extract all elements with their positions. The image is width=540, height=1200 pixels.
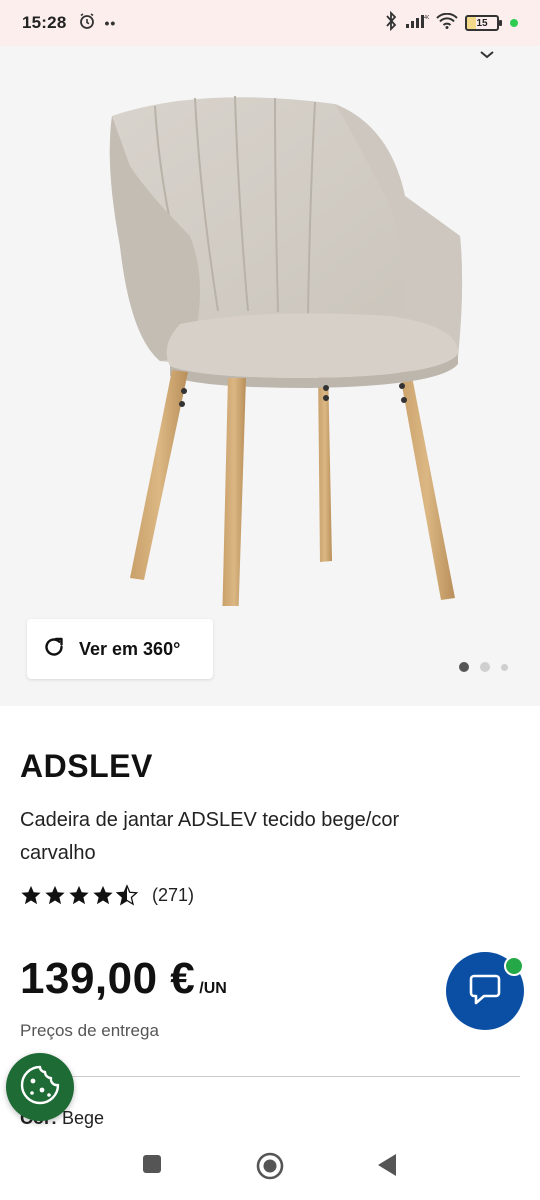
rating-stars bbox=[20, 884, 138, 906]
color-value: Bege bbox=[62, 1108, 105, 1128]
price-row: 139,00 € /UN bbox=[20, 954, 227, 1004]
star-icon bbox=[69, 885, 89, 905]
back-button[interactable] bbox=[376, 1153, 398, 1182]
star-icon bbox=[45, 885, 65, 905]
signal-icon: 4G bbox=[405, 13, 431, 34]
chat-online-indicator bbox=[504, 956, 524, 976]
bluetooth-icon bbox=[384, 10, 398, 36]
view-360-label: Ver em 360° bbox=[79, 638, 181, 659]
cookie-icon bbox=[18, 1063, 62, 1112]
carousel-dots[interactable] bbox=[459, 662, 508, 672]
view-360-button[interactable]: Ver em 360° bbox=[27, 619, 213, 679]
review-count: (271) bbox=[152, 884, 195, 905]
product-image bbox=[109, 95, 463, 606]
alarm-icon bbox=[78, 12, 96, 35]
carousel-dot[interactable] bbox=[459, 662, 469, 672]
wifi-icon bbox=[436, 12, 458, 34]
star-icon bbox=[21, 885, 41, 905]
home-button[interactable] bbox=[256, 1152, 284, 1185]
status-time: 15:28 bbox=[22, 13, 67, 32]
cookie-settings-button[interactable] bbox=[6, 1053, 74, 1121]
product-price: 139,00 € bbox=[20, 954, 196, 1003]
star-icon bbox=[93, 885, 113, 905]
product-image-gallery[interactable]: Ver em 360° bbox=[0, 46, 540, 706]
carousel-dot[interactable] bbox=[480, 662, 490, 672]
battery-icon: 15 bbox=[465, 15, 502, 31]
privacy-indicator-dot bbox=[510, 19, 518, 27]
product-name: ADSLEV bbox=[20, 748, 153, 784]
recent-apps-button[interactable] bbox=[142, 1154, 162, 1179]
more-notifications: •• bbox=[104, 15, 117, 31]
status-right-icons: 4G 15 bbox=[384, 10, 518, 36]
system-nav-bar bbox=[0, 1134, 540, 1200]
chevron-down-icon[interactable] bbox=[480, 46, 494, 64]
svg-text:4G: 4G bbox=[424, 15, 429, 21]
rotate-icon bbox=[43, 636, 65, 663]
carousel-dot[interactable] bbox=[501, 663, 508, 671]
chat-bubble-icon bbox=[466, 970, 504, 1013]
delivery-prices-link[interactable]: Preços de entrega bbox=[20, 1021, 159, 1041]
status-left-icons: •• bbox=[78, 12, 116, 35]
divider bbox=[20, 1076, 520, 1077]
price-unit: /UN bbox=[199, 980, 227, 997]
half-star-icon bbox=[116, 884, 138, 906]
product-description: Cadeira de jantar ADSLEV tecido bege/cor… bbox=[20, 809, 400, 864]
product-rating[interactable]: (271) bbox=[20, 884, 194, 906]
status-bar: 15:28 •• 4G 15 bbox=[0, 0, 540, 46]
